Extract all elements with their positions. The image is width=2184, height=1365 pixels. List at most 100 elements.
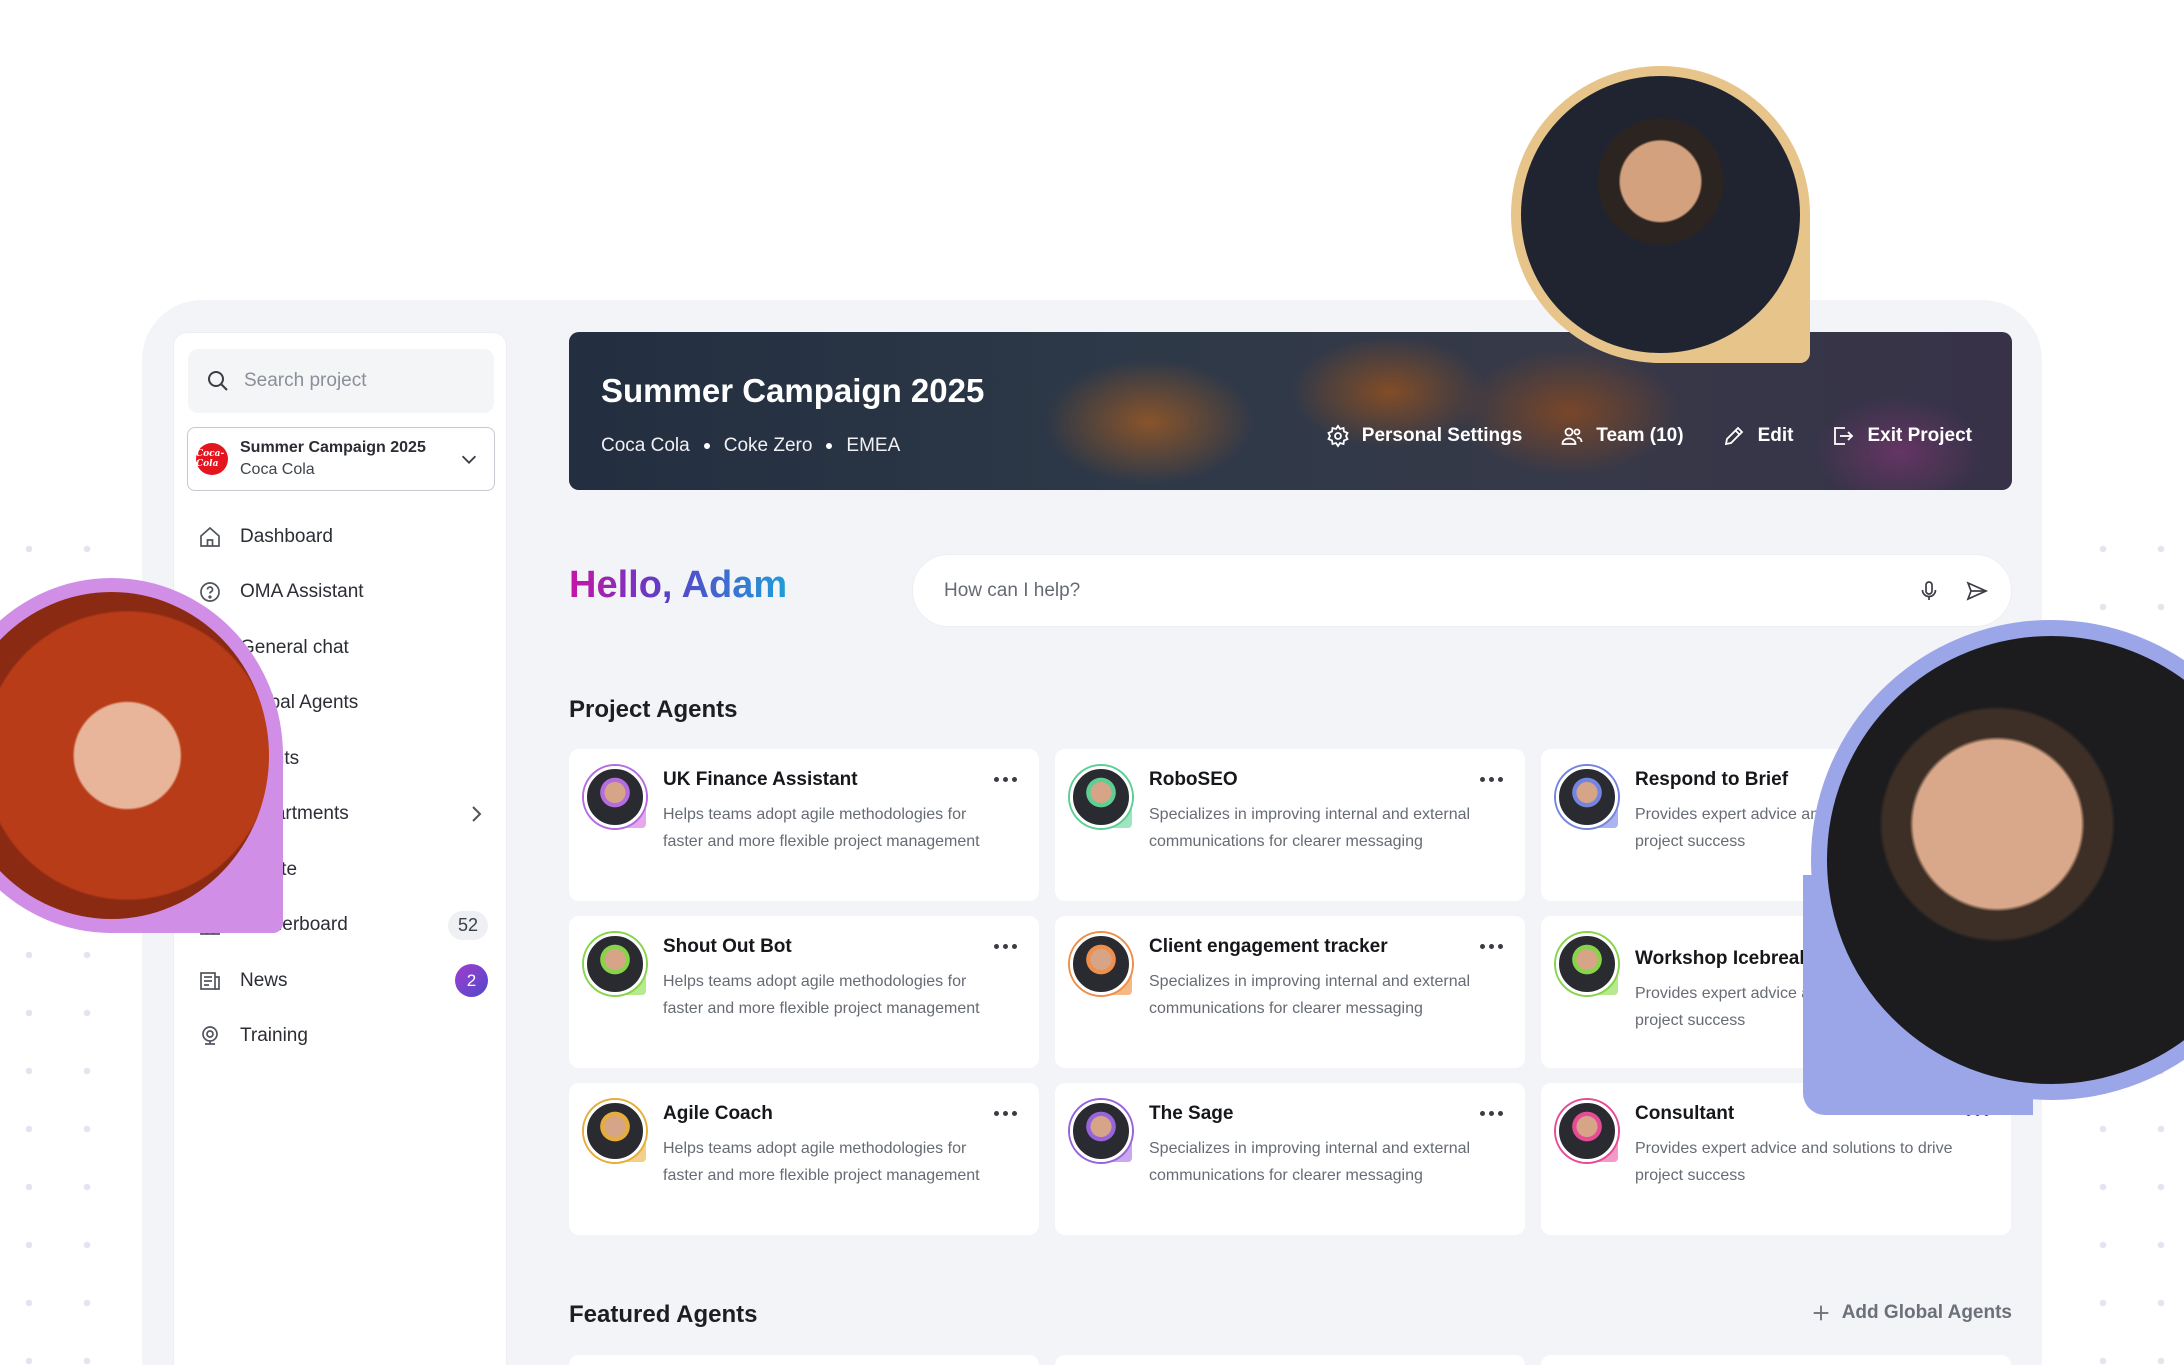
- more-options-icon[interactable]: [994, 944, 1017, 949]
- avatar-photo: [584, 1100, 646, 1162]
- project-agents-grid: UK Finance Assistant Helps teams adopt a…: [569, 749, 2012, 1235]
- sidebar-item-dashboard[interactable]: Dashboard: [174, 509, 508, 565]
- sidebar-item-news[interactable]: News 2: [174, 953, 508, 1009]
- separator-dot: [826, 443, 833, 449]
- avatar-photo: [1070, 933, 1132, 995]
- agent-avatar: [584, 766, 646, 828]
- agent-name: The Sage: [1149, 1103, 1234, 1124]
- gear-icon: [1327, 424, 1349, 448]
- add-global-agents-label: Add Global Agents: [1841, 1302, 2012, 1323]
- featured-agent-card[interactable]: [569, 1355, 1039, 1365]
- exit-icon: [1834, 427, 1854, 445]
- tag-brand: Coca Cola: [601, 435, 690, 456]
- avatar-photo: [1556, 1100, 1618, 1162]
- coca-cola-logo: Coca-Cola: [196, 443, 228, 475]
- agent-description: Helps teams adopt agile methodologies fo…: [663, 973, 980, 1017]
- plus-icon: [1813, 1305, 1829, 1321]
- app: Search project Coca-Cola Summer Campaign…: [173, 332, 2044, 1365]
- agent-description: Provides expert advice and solutions to …: [1635, 1140, 1953, 1184]
- agent-card[interactable]: RoboSEO Specializes in improving interna…: [1055, 749, 1525, 901]
- personal-settings-button[interactable]: Personal Settings: [1326, 424, 1523, 448]
- more-options-icon[interactable]: [1480, 777, 1503, 782]
- project-title: Summer Campaign 2025: [240, 439, 426, 456]
- more-options-icon[interactable]: [994, 1111, 1017, 1116]
- agent-avatar: [1070, 933, 1132, 995]
- avatar-photo: [1556, 766, 1618, 828]
- personal-settings-label: Personal Settings: [1361, 425, 1523, 446]
- microphone-icon[interactable]: [1917, 579, 1941, 603]
- agent-name: UK Finance Assistant: [663, 769, 858, 790]
- agent-name: Client engagement tracker: [1149, 936, 1388, 957]
- avatar-photo: [584, 933, 646, 995]
- sidebar-item-label: Training: [240, 1025, 308, 1047]
- training-icon: [202, 1026, 218, 1046]
- agent-avatar: [584, 933, 646, 995]
- agent-name: Agile Coach: [663, 1103, 773, 1124]
- project-selector[interactable]: Coca-Cola Summer Campaign 2025 Coca Cola: [187, 427, 495, 491]
- search-placeholder: Search project: [244, 370, 367, 391]
- project-client: Coca Cola: [240, 461, 315, 478]
- tag-product: Coke Zero: [723, 435, 813, 456]
- banner-title: Summer Campaign 2025: [601, 372, 985, 409]
- team-button[interactable]: Team (10): [1560, 424, 1684, 448]
- team-label: Team (10): [1596, 425, 1684, 446]
- featured-agent-card[interactable]: [1541, 1355, 2011, 1365]
- agent-card[interactable]: The Sage Specializes in improving intern…: [1055, 1083, 1525, 1235]
- search-input[interactable]: Search project: [188, 349, 494, 413]
- team-icon: [1561, 427, 1583, 445]
- agent-avatar: [1556, 766, 1618, 828]
- send-icon[interactable]: [1965, 579, 1989, 603]
- separator-dot: [703, 443, 710, 449]
- chevron-down-icon: [461, 455, 477, 464]
- avatar-photo: [1070, 1100, 1132, 1162]
- featured-agent-card[interactable]: [1055, 1355, 1525, 1365]
- agent-avatar: [1070, 1100, 1132, 1162]
- more-options-icon[interactable]: [994, 777, 1017, 782]
- pencil-icon: [1724, 426, 1743, 446]
- banner-actions: Personal Settings Team (10) Edit Exit Pr…: [1326, 424, 1972, 448]
- avatar-photo: [1070, 766, 1132, 828]
- agent-description: Helps teams adopt agile methodologies fo…: [663, 1140, 980, 1184]
- greeting: Hello, Adam: [569, 564, 788, 606]
- agent-avatar: [1556, 1100, 1618, 1162]
- edit-label: Edit: [1757, 425, 1794, 446]
- floating-avatar-smiling-man: [1803, 620, 2184, 1115]
- home-icon: [200, 526, 220, 547]
- news-icon: [200, 971, 220, 990]
- agent-card[interactable]: UK Finance Assistant Helps teams adopt a…: [569, 749, 1039, 901]
- assistant-prompt-input[interactable]: How can I help?: [912, 554, 2012, 627]
- tag-region: EMEA: [846, 435, 901, 456]
- agent-card[interactable]: Agile Coach Helps teams adopt agile meth…: [569, 1083, 1039, 1235]
- chevron-right-icon: [472, 806, 482, 822]
- exit-project-label: Exit Project: [1867, 425, 1972, 446]
- add-global-agents-button[interactable]: Add Global Agents: [1810, 1302, 2012, 1324]
- more-options-icon[interactable]: [1480, 944, 1503, 949]
- sidebar-item-label: News: [240, 969, 288, 991]
- agent-description: Helps teams adopt agile methodologies fo…: [663, 806, 980, 850]
- floating-avatar-woman-red-hair: [0, 578, 283, 933]
- agent-avatar: [584, 1100, 646, 1162]
- avatar-photo: [1511, 66, 1810, 363]
- news-notification-badge: 2: [455, 964, 488, 998]
- sidebar-item-label: Dashboard: [240, 525, 333, 547]
- edit-button[interactable]: Edit: [1722, 424, 1794, 448]
- featured-agents-row: [569, 1355, 2012, 1365]
- exit-project-button[interactable]: Exit Project: [1831, 424, 1972, 448]
- agent-description: Specializes in improving internal and ex…: [1149, 973, 1471, 1017]
- prompt-placeholder: How can I help?: [944, 579, 1081, 601]
- more-options-icon[interactable]: [1480, 1111, 1503, 1116]
- agent-card[interactable]: Shout Out Bot Helps teams adopt agile me…: [569, 916, 1039, 1068]
- agent-name: RoboSEO: [1149, 769, 1238, 790]
- avatar-photo: [584, 766, 646, 828]
- sidebar-item-training[interactable]: Training: [174, 1009, 508, 1065]
- project-agents-heading: Project Agents: [569, 696, 738, 723]
- agent-description: Specializes in improving internal and ex…: [1149, 1140, 1471, 1184]
- search-icon: [208, 371, 228, 391]
- agent-name: Shout Out Bot: [663, 936, 792, 957]
- agent-description: Specializes in improving internal and ex…: [1149, 806, 1471, 850]
- agent-avatar: [1070, 766, 1132, 828]
- featured-agents-heading: Featured Agents: [569, 1301, 758, 1328]
- banner-tags: Coca Cola Coke Zero EMEA: [601, 435, 900, 457]
- agent-card[interactable]: Client engagement tracker Specializes in…: [1055, 916, 1525, 1068]
- avatar-photo: [1556, 933, 1618, 995]
